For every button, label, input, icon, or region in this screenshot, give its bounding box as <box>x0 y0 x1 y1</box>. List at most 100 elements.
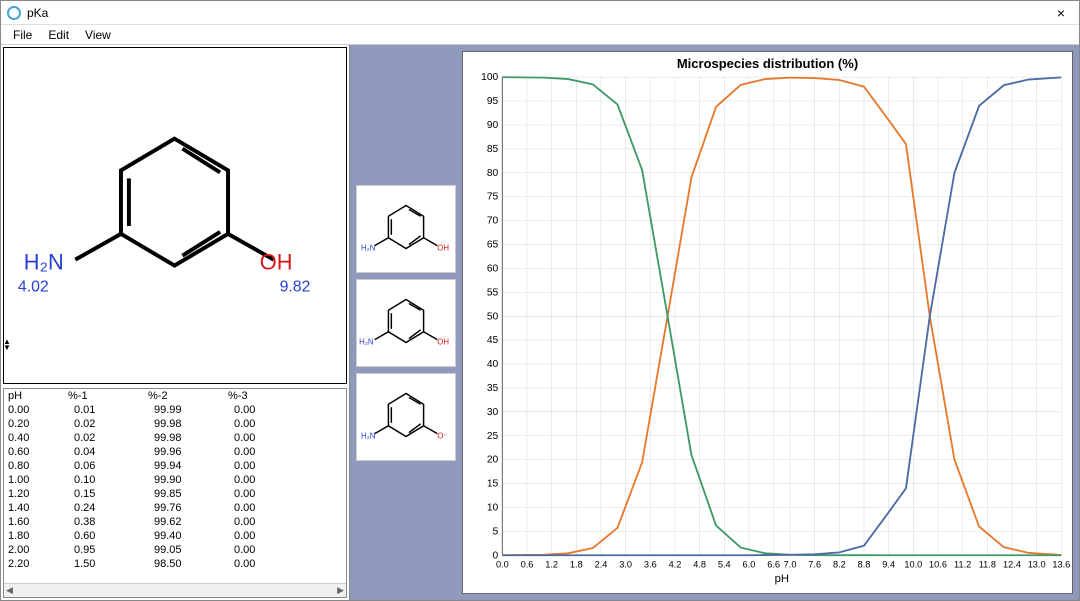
svg-text:4.8: 4.8 <box>693 560 706 570</box>
svg-text:1.2: 1.2 <box>545 560 558 570</box>
svg-text:9.4: 9.4 <box>882 560 895 570</box>
svg-text:O⁻: O⁻ <box>437 431 447 440</box>
table-row[interactable]: 0.000.0199.990.00 <box>4 403 346 417</box>
svg-text:55: 55 <box>487 287 499 298</box>
svg-text:13.6: 13.6 <box>1052 560 1070 570</box>
svg-text:5.4: 5.4 <box>718 560 731 570</box>
menu-view[interactable]: View <box>77 28 119 42</box>
svg-text:30: 30 <box>487 407 499 418</box>
thumbnail-species-2[interactable]: 2 H₃N OH <box>356 279 456 367</box>
app-icon <box>7 6 21 20</box>
nh2-label: H₂N <box>24 250 64 275</box>
svg-text:3.6: 3.6 <box>644 560 657 570</box>
svg-text:15: 15 <box>487 479 499 490</box>
table-row[interactable]: 1.600.3899.620.00 <box>4 515 346 529</box>
svg-text:10.0: 10.0 <box>904 560 922 570</box>
thumbnail-species-1[interactable]: 1 H₂N OH <box>356 185 456 273</box>
table-row[interactable]: 1.200.1599.850.00 <box>4 487 346 501</box>
table-row[interactable]: 1.800.6099.400.00 <box>4 529 346 543</box>
svg-text:OH: OH <box>437 337 449 346</box>
left-pane: H₂N 4.02 OH 9.82 ▲▼ pH %-1 %-2 %-3 <box>1 45 350 600</box>
close-button[interactable]: × <box>1049 5 1073 21</box>
titlebar: pKa × <box>1 1 1079 25</box>
table-row[interactable]: 1.400.2499.760.00 <box>4 501 346 515</box>
content-area: H₂N 4.02 OH 9.82 ▲▼ pH %-1 %-2 %-3 <box>1 45 1079 600</box>
svg-text:7.6: 7.6 <box>808 560 821 570</box>
th-p3: %-3 <box>224 389 346 403</box>
microspecies-thumbnails: 1 H₂N OH 2 <box>356 51 456 594</box>
thumbnail-species-3[interactable]: 3 H₂N O⁻ <box>356 373 456 461</box>
thumbnail-3-structure: H₂N O⁻ <box>357 374 455 460</box>
svg-text:12.4: 12.4 <box>1003 560 1021 570</box>
svg-text:5: 5 <box>493 526 499 537</box>
th-p2: %-2 <box>144 389 224 403</box>
svg-text:8.8: 8.8 <box>858 560 871 570</box>
table-row[interactable]: 1.000.1099.900.00 <box>4 473 346 487</box>
svg-text:11.2: 11.2 <box>954 560 971 570</box>
hydroxyl-pka-value: 9.82 <box>280 278 311 295</box>
svg-text:2.4: 2.4 <box>595 560 608 570</box>
app-window: pKa × File Edit View <box>0 0 1080 601</box>
scroll-right-icon[interactable]: ▶ <box>337 585 344 596</box>
svg-text:25: 25 <box>487 431 499 442</box>
svg-text:70: 70 <box>487 216 499 227</box>
table-row[interactable]: 0.800.0699.940.00 <box>4 459 346 473</box>
svg-text:65: 65 <box>487 240 499 251</box>
svg-text:H₂N: H₂N <box>361 243 375 252</box>
svg-text:90: 90 <box>487 120 499 131</box>
table-row[interactable]: 0.400.0299.980.00 <box>4 431 346 445</box>
panel-splitter-icon[interactable]: ▲▼ <box>3 339 11 351</box>
svg-text:0.0: 0.0 <box>496 560 509 570</box>
svg-text:6.0: 6.0 <box>743 560 756 570</box>
thumbnail-2-structure: H₃N OH <box>357 280 455 366</box>
svg-text:H₂N: H₂N <box>361 431 375 440</box>
molecule-editor-panel[interactable]: H₂N 4.02 OH 9.82 <box>3 47 347 384</box>
svg-text:6.6: 6.6 <box>767 560 780 570</box>
svg-text:8.2: 8.2 <box>833 560 846 570</box>
svg-text:7.0: 7.0 <box>784 560 797 570</box>
svg-text:100: 100 <box>481 72 498 83</box>
svg-text:20: 20 <box>487 455 499 466</box>
svg-text:80: 80 <box>487 168 499 179</box>
menubar: File Edit View <box>1 25 1079 45</box>
thumbnail-1-structure: H₂N OH <box>357 186 455 272</box>
svg-text:0.6: 0.6 <box>521 560 534 570</box>
svg-text:75: 75 <box>487 192 499 203</box>
table-header-row: pH %-1 %-2 %-3 <box>4 389 346 403</box>
table-row[interactable]: 0.600.0499.960.00 <box>4 445 346 459</box>
svg-text:11.8: 11.8 <box>979 560 996 570</box>
chart-panel[interactable]: Microspecies distribution (%) 0510152025… <box>462 51 1073 594</box>
svg-text:85: 85 <box>487 144 499 155</box>
table-scroll-area[interactable]: pH %-1 %-2 %-3 0.000.0199.990.000.200.02… <box>4 389 346 583</box>
svg-text:40: 40 <box>487 359 499 370</box>
scroll-left-icon[interactable]: ◀ <box>6 585 13 596</box>
svg-text:10: 10 <box>487 503 499 514</box>
menu-edit[interactable]: Edit <box>40 28 77 42</box>
svg-text:OH: OH <box>437 243 449 252</box>
svg-text:60: 60 <box>487 263 499 274</box>
window-title: pKa <box>27 6 1049 20</box>
svg-text:50: 50 <box>487 311 499 322</box>
table-row[interactable]: 2.201.5098.500.00 <box>4 557 346 571</box>
distribution-chart: 0510152025303540455055606570758085909510… <box>463 71 1072 588</box>
right-pane: 1 H₂N OH 2 <box>350 45 1079 600</box>
molecule-structure: H₂N 4.02 OH 9.82 <box>4 48 346 383</box>
oh-label: OH <box>260 250 293 275</box>
chart-title: Microspecies distribution (%) <box>463 52 1072 71</box>
svg-text:4.2: 4.2 <box>669 560 682 570</box>
menu-file[interactable]: File <box>5 28 40 42</box>
distribution-table: pH %-1 %-2 %-3 0.000.0199.990.000.200.02… <box>4 389 346 571</box>
table-row[interactable]: 0.200.0299.980.00 <box>4 417 346 431</box>
amine-pka-value: 4.02 <box>18 278 49 295</box>
svg-text:10.6: 10.6 <box>929 560 947 570</box>
svg-text:3.0: 3.0 <box>619 560 632 570</box>
svg-text:1.8: 1.8 <box>570 560 583 570</box>
th-ph: pH <box>4 389 64 403</box>
horizontal-scrollbar[interactable]: ◀ ▶ <box>4 583 346 597</box>
svg-text:35: 35 <box>487 383 499 394</box>
svg-text:H₃N: H₃N <box>359 337 373 346</box>
table-row[interactable]: 2.000.9599.050.00 <box>4 543 346 557</box>
distribution-table-panel: pH %-1 %-2 %-3 0.000.0199.990.000.200.02… <box>3 388 347 598</box>
svg-text:13.0: 13.0 <box>1028 560 1046 570</box>
th-p1: %-1 <box>64 389 144 403</box>
